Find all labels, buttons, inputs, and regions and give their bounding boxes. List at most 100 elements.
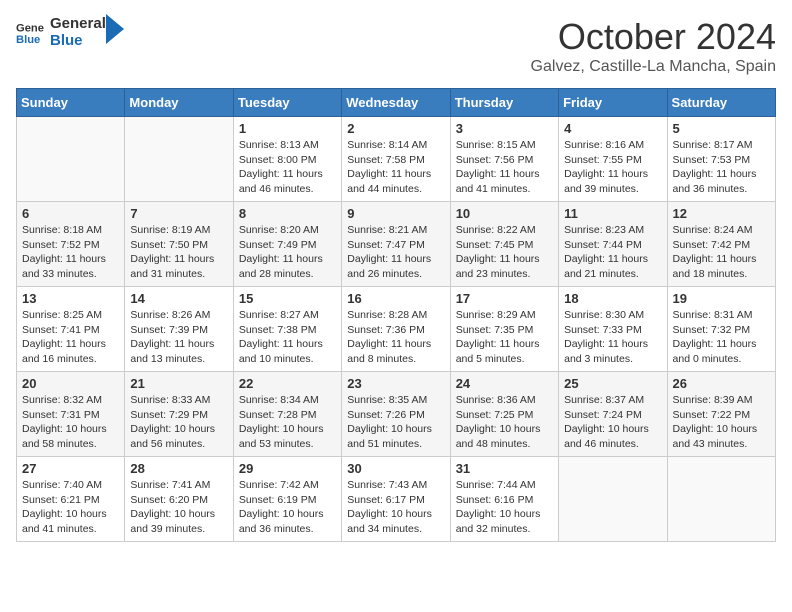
day-number: 27 <box>22 461 119 476</box>
day-number: 7 <box>130 206 227 221</box>
calendar-table: SundayMondayTuesdayWednesdayThursdayFrid… <box>16 88 776 542</box>
day-info: Sunrise: 8:16 AMSunset: 7:55 PMDaylight:… <box>564 138 661 197</box>
calendar-cell: 4 Sunrise: 8:16 AMSunset: 7:55 PMDaylight… <box>559 117 667 202</box>
day-number: 23 <box>347 376 444 391</box>
day-number: 26 <box>673 376 770 391</box>
weekday-header-tuesday: Tuesday <box>233 89 341 117</box>
calendar-cell: 31 Sunrise: 7:44 AMSunset: 6:16 PMDayligh… <box>450 457 558 542</box>
calendar-cell: 22Sunrise: 8:34 AMSunset: 7:28 PMDayligh… <box>233 372 341 457</box>
title-block: October 2024 Galvez, Castille-La Mancha,… <box>531 16 776 76</box>
calendar-cell <box>125 117 233 202</box>
day-number: 20 <box>22 376 119 391</box>
day-number: 15 <box>239 291 336 306</box>
day-number: 18 <box>564 291 661 306</box>
weekday-header-monday: Monday <box>125 89 233 117</box>
calendar-week-row: 6 Sunrise: 8:18 AMSunset: 7:52 PMDaylight… <box>17 202 776 287</box>
day-info: Sunrise: 8:35 AMSunset: 7:26 PMDaylight:… <box>347 393 444 452</box>
calendar-week-row: 1Sunrise: 8:13 AMSunset: 8:00 PMDaylight… <box>17 117 776 202</box>
calendar-cell: 1Sunrise: 8:13 AMSunset: 8:00 PMDaylight… <box>233 117 341 202</box>
calendar-cell: 2Sunrise: 8:14 AMSunset: 7:58 PMDaylight… <box>342 117 450 202</box>
logo-general: General <box>50 16 106 33</box>
calendar-cell: 3 Sunrise: 8:15 AMSunset: 7:56 PMDaylight… <box>450 117 558 202</box>
day-number: 29 <box>239 461 336 476</box>
calendar-cell: 17 Sunrise: 8:29 AMSunset: 7:35 PMDayligh… <box>450 287 558 372</box>
day-info: Sunrise: 8:17 AMSunset: 7:53 PMDaylight:… <box>673 138 770 197</box>
day-info: Sunrise: 7:41 AMSunset: 6:20 PMDaylight:… <box>130 478 227 537</box>
day-info: Sunrise: 8:26 AMSunset: 7:39 PMDaylight:… <box>130 308 227 367</box>
day-info: Sunrise: 8:29 AMSunset: 7:35 PMDaylight:… <box>456 308 553 367</box>
day-number: 3 <box>456 121 553 136</box>
weekday-header-wednesday: Wednesday <box>342 89 450 117</box>
day-number: 2 <box>347 121 444 136</box>
day-info: Sunrise: 8:31 AMSunset: 7:32 PMDaylight:… <box>673 308 770 367</box>
calendar-cell: 18Sunrise: 8:30 AMSunset: 7:33 PMDayligh… <box>559 287 667 372</box>
location-title: Galvez, Castille-La Mancha, Spain <box>531 58 776 76</box>
logo-blue: Blue <box>50 33 106 50</box>
month-title: October 2024 <box>531 16 776 58</box>
logo: General Blue General Blue <box>16 16 124 49</box>
day-info: Sunrise: 7:43 AMSunset: 6:17 PMDaylight:… <box>347 478 444 537</box>
day-number: 25 <box>564 376 661 391</box>
day-number: 31 <box>456 461 553 476</box>
day-info: Sunrise: 7:42 AMSunset: 6:19 PMDaylight:… <box>239 478 336 537</box>
day-info: Sunrise: 8:32 AMSunset: 7:31 PMDaylight:… <box>22 393 119 452</box>
day-number: 21 <box>130 376 227 391</box>
day-number: 5 <box>673 121 770 136</box>
calendar-cell <box>17 117 125 202</box>
calendar-cell: 19 Sunrise: 8:31 AMSunset: 7:32 PMDayligh… <box>667 287 775 372</box>
day-number: 9 <box>347 206 444 221</box>
calendar-cell <box>559 457 667 542</box>
calendar-cell: 5 Sunrise: 8:17 AMSunset: 7:53 PMDaylight… <box>667 117 775 202</box>
svg-text:Blue: Blue <box>16 33 40 45</box>
calendar-cell: 10Sunrise: 8:22 AMSunset: 7:45 PMDayligh… <box>450 202 558 287</box>
weekday-header-saturday: Saturday <box>667 89 775 117</box>
day-info: Sunrise: 7:44 AMSunset: 6:16 PMDaylight:… <box>456 478 553 537</box>
day-info: Sunrise: 8:39 AMSunset: 7:22 PMDaylight:… <box>673 393 770 452</box>
logo-chevron-icon <box>106 14 124 44</box>
day-number: 28 <box>130 461 227 476</box>
calendar-week-row: 13 Sunrise: 8:25 AMSunset: 7:41 PMDayligh… <box>17 287 776 372</box>
day-number: 6 <box>22 206 119 221</box>
calendar-cell: 15Sunrise: 8:27 AMSunset: 7:38 PMDayligh… <box>233 287 341 372</box>
calendar-cell: 8 Sunrise: 8:20 AMSunset: 7:49 PMDaylight… <box>233 202 341 287</box>
day-number: 17 <box>456 291 553 306</box>
day-info: Sunrise: 8:37 AMSunset: 7:24 PMDaylight:… <box>564 393 661 452</box>
calendar-cell: 29 Sunrise: 7:42 AMSunset: 6:19 PMDayligh… <box>233 457 341 542</box>
day-number: 11 <box>564 206 661 221</box>
day-info: Sunrise: 8:25 AMSunset: 7:41 PMDaylight:… <box>22 308 119 367</box>
day-info: Sunrise: 8:36 AMSunset: 7:25 PMDaylight:… <box>456 393 553 452</box>
svg-text:General: General <box>16 22 44 34</box>
page-header: General Blue General Blue October 2024 G… <box>16 16 776 76</box>
calendar-cell: 7 Sunrise: 8:19 AMSunset: 7:50 PMDaylight… <box>125 202 233 287</box>
logo-icon: General Blue <box>16 19 44 47</box>
calendar-cell: 26 Sunrise: 8:39 AMSunset: 7:22 PMDayligh… <box>667 372 775 457</box>
day-number: 14 <box>130 291 227 306</box>
day-info: Sunrise: 7:40 AMSunset: 6:21 PMDaylight:… <box>22 478 119 537</box>
calendar-week-row: 27 Sunrise: 7:40 AMSunset: 6:21 PMDayligh… <box>17 457 776 542</box>
calendar-cell: 11 Sunrise: 8:23 AMSunset: 7:44 PMDayligh… <box>559 202 667 287</box>
day-info: Sunrise: 8:15 AMSunset: 7:56 PMDaylight:… <box>456 138 553 197</box>
day-info: Sunrise: 8:18 AMSunset: 7:52 PMDaylight:… <box>22 223 119 282</box>
weekday-header-sunday: Sunday <box>17 89 125 117</box>
calendar-cell: 25 Sunrise: 8:37 AMSunset: 7:24 PMDayligh… <box>559 372 667 457</box>
day-number: 8 <box>239 206 336 221</box>
day-number: 22 <box>239 376 336 391</box>
calendar-cell: 9Sunrise: 8:21 AMSunset: 7:47 PMDaylight… <box>342 202 450 287</box>
day-info: Sunrise: 8:24 AMSunset: 7:42 PMDaylight:… <box>673 223 770 282</box>
day-number: 4 <box>564 121 661 136</box>
day-info: Sunrise: 8:28 AMSunset: 7:36 PMDaylight:… <box>347 308 444 367</box>
day-number: 10 <box>456 206 553 221</box>
calendar-cell: 24 Sunrise: 8:36 AMSunset: 7:25 PMDayligh… <box>450 372 558 457</box>
day-info: Sunrise: 8:20 AMSunset: 7:49 PMDaylight:… <box>239 223 336 282</box>
day-number: 24 <box>456 376 553 391</box>
weekday-header-thursday: Thursday <box>450 89 558 117</box>
day-info: Sunrise: 8:23 AMSunset: 7:44 PMDaylight:… <box>564 223 661 282</box>
calendar-cell: 6 Sunrise: 8:18 AMSunset: 7:52 PMDaylight… <box>17 202 125 287</box>
weekday-header-friday: Friday <box>559 89 667 117</box>
day-info: Sunrise: 8:33 AMSunset: 7:29 PMDaylight:… <box>130 393 227 452</box>
day-info: Sunrise: 8:19 AMSunset: 7:50 PMDaylight:… <box>130 223 227 282</box>
calendar-cell: 21 Sunrise: 8:33 AMSunset: 7:29 PMDayligh… <box>125 372 233 457</box>
day-number: 13 <box>22 291 119 306</box>
calendar-cell: 13 Sunrise: 8:25 AMSunset: 7:41 PMDayligh… <box>17 287 125 372</box>
day-number: 19 <box>673 291 770 306</box>
